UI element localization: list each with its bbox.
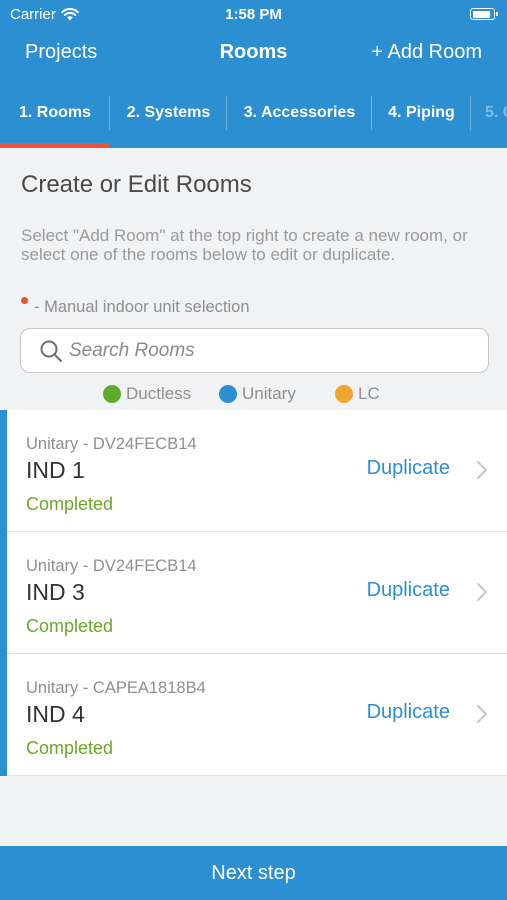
unit-type-bar (0, 532, 7, 654)
ductless-swatch (103, 385, 121, 403)
tab-label: 1. Rooms (18, 104, 91, 121)
manual-indicator-dot (21, 297, 28, 304)
room-model: Unitary - CAPEA1818B4 (26, 679, 206, 697)
room-status: Completed (26, 616, 114, 636)
unit-type-bar (0, 410, 7, 532)
status-bar: Carrier 1:58 PM (0, 0, 507, 30)
room-status: Completed (26, 738, 114, 758)
clock: 1:58 PM (225, 6, 282, 23)
legend-label: Unitary (242, 384, 296, 403)
tab-label: 3. Accessories (243, 104, 356, 121)
lc-swatch (335, 385, 353, 403)
room-name: IND 1 (26, 457, 85, 483)
room-name: IND 4 (26, 701, 85, 727)
unit-type-legend: Ductless Unitary LC (0, 384, 507, 406)
tab-step-5[interactable]: 5. C (471, 78, 507, 148)
duplicate-button[interactable]: Duplicate (367, 701, 450, 724)
duplicate-button[interactable]: Duplicate (367, 457, 450, 480)
active-tab-indicator (0, 143, 110, 148)
tab-accessories[interactable]: 3. Accessories (227, 78, 372, 148)
battery-icon (470, 8, 498, 20)
tab-label: 2. Systems (126, 104, 211, 121)
search-icon (40, 340, 62, 362)
next-step-label: Next step (211, 861, 296, 884)
legend-item-ductless: Ductless (103, 384, 191, 404)
search-input[interactable] (69, 339, 469, 362)
nav-bar: Projects Rooms + Add Room (0, 30, 507, 78)
tab-label: 4. Piping (388, 104, 455, 121)
add-room-button[interactable]: + Add Room (371, 41, 482, 64)
legend-item-lc: LC (335, 384, 380, 404)
room-row-ind-4[interactable]: Unitary - CAPEA1818B4 IND 4 Completed Du… (0, 654, 507, 776)
section-heading: Create or Edit Rooms (21, 171, 252, 198)
tab-label: 5. C (485, 104, 507, 121)
next-step-button[interactable]: Next step (0, 846, 507, 900)
manual-note-text: - Manual indoor unit selection (34, 298, 250, 316)
legend-item-unitary: Unitary (219, 384, 296, 404)
instructions-text: Select "Add Room" at the top right to cr… (21, 226, 468, 264)
chevron-right-icon (477, 583, 487, 601)
room-row-ind-1[interactable]: Unitary - DV24FECB14 IND 1 Completed Dup… (0, 410, 507, 532)
legend-label: LC (358, 384, 380, 403)
unitary-swatch (219, 385, 237, 403)
room-name: IND 3 (26, 579, 85, 605)
unit-type-bar (0, 654, 7, 776)
room-model: Unitary - DV24FECB14 (26, 557, 197, 575)
room-row-ind-3[interactable]: Unitary - DV24FECB14 IND 3 Completed Dup… (0, 532, 507, 654)
step-tabs: 1. Rooms 2. Systems 3. Accessories 4. Pi… (0, 78, 507, 148)
search-bar[interactable] (20, 328, 489, 373)
manual-selection-note: - Manual indoor unit selection (21, 297, 250, 317)
tab-rooms[interactable]: 1. Rooms (0, 78, 110, 148)
legend-label: Ductless (126, 384, 192, 403)
room-list: Unitary - DV24FECB14 IND 1 Completed Dup… (0, 410, 507, 776)
duplicate-button[interactable]: Duplicate (367, 579, 450, 602)
tab-piping[interactable]: 4. Piping (372, 78, 471, 148)
room-status: Completed (26, 494, 114, 514)
chevron-right-icon (477, 461, 487, 479)
chevron-right-icon (477, 705, 487, 723)
tab-systems[interactable]: 2. Systems (110, 78, 227, 148)
room-model: Unitary - DV24FECB14 (26, 435, 197, 453)
